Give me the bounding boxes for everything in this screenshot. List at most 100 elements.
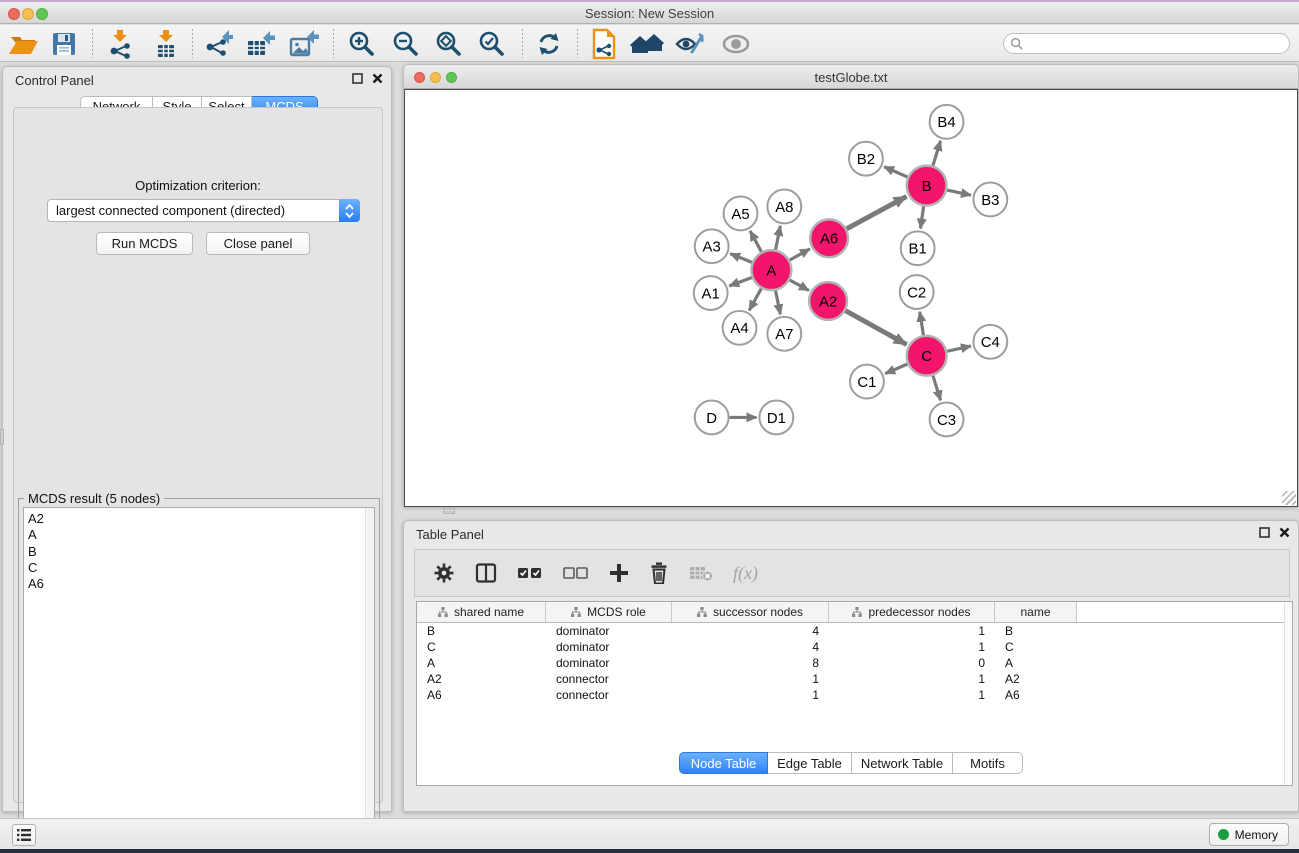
graph-node-B4[interactable]: B4 bbox=[930, 105, 964, 139]
create-column-icon[interactable] bbox=[609, 563, 629, 583]
table-cell[interactable]: dominator bbox=[546, 656, 672, 670]
export-network-icon[interactable] bbox=[201, 27, 235, 60]
float-panel-icon[interactable] bbox=[352, 73, 363, 84]
graph-edge-A6-B[interactable] bbox=[847, 196, 907, 228]
table-panel-header[interactable]: Table Panel bbox=[404, 521, 1298, 546]
show-columns-icon[interactable] bbox=[475, 562, 497, 584]
tab-motifs[interactable]: Motifs bbox=[953, 752, 1023, 774]
table-cell[interactable]: A6 bbox=[995, 688, 1077, 702]
mcds-result-item[interactable]: C bbox=[24, 560, 374, 576]
float-panel-icon[interactable] bbox=[1259, 527, 1270, 538]
close-panel-icon[interactable] bbox=[372, 73, 383, 84]
graph-node-B3[interactable]: B3 bbox=[973, 183, 1007, 217]
graph-edge-A-A8[interactable] bbox=[776, 226, 781, 250]
table-cell[interactable]: A bbox=[995, 656, 1077, 670]
graph-edge-B-B2[interactable] bbox=[884, 167, 907, 177]
table-cell[interactable]: 1 bbox=[829, 672, 995, 686]
graph-edge-C-C4[interactable] bbox=[947, 346, 971, 351]
network-canvas[interactable]: B4B2BB3A8A5A6A3B1AC2A1A2A4A7C4CC1C3DD1 bbox=[404, 89, 1298, 507]
graph-edge-A-A1[interactable] bbox=[729, 277, 752, 285]
graph-node-B2[interactable]: B2 bbox=[849, 142, 883, 176]
table-cell[interactable]: 4 bbox=[672, 640, 829, 654]
mcds-result-item[interactable]: A bbox=[24, 527, 374, 543]
graph-node-A[interactable]: A bbox=[751, 250, 791, 290]
zoom-selected-icon[interactable] bbox=[475, 27, 509, 60]
save-session-icon[interactable] bbox=[47, 27, 81, 60]
table-cell[interactable]: 0 bbox=[829, 656, 995, 670]
mcds-result-list[interactable]: A2ABCA6 bbox=[23, 507, 375, 834]
close-panel-button[interactable]: Close panel bbox=[206, 232, 310, 255]
graph-node-B1[interactable]: B1 bbox=[901, 231, 935, 265]
show-graphics-details-icon[interactable] bbox=[673, 27, 707, 60]
table-cell[interactable]: A2 bbox=[417, 672, 546, 686]
graph-node-D[interactable]: D bbox=[695, 401, 729, 435]
graph-node-B[interactable]: B bbox=[907, 166, 947, 206]
table-cell[interactable]: 1 bbox=[672, 688, 829, 702]
column-header-name[interactable]: name bbox=[995, 602, 1077, 622]
graph-node-A2[interactable]: A2 bbox=[809, 282, 847, 320]
open-file-icon[interactable] bbox=[6, 27, 40, 60]
table-row[interactable]: Adominator80A bbox=[417, 655, 1292, 671]
graph-node-A4[interactable]: A4 bbox=[723, 311, 757, 345]
search-input[interactable] bbox=[1023, 37, 1289, 51]
tab-node-table[interactable]: Node Table bbox=[679, 752, 768, 774]
graph-node-C3[interactable]: C3 bbox=[930, 402, 964, 436]
splitter-grip[interactable] bbox=[0, 429, 4, 445]
table-cell[interactable]: C bbox=[995, 640, 1077, 654]
graph-edge-B-B4[interactable] bbox=[933, 141, 941, 166]
graph-edge-C-C3[interactable] bbox=[933, 376, 941, 401]
table-settings-icon[interactable] bbox=[433, 562, 455, 584]
table-row[interactable]: Cdominator41C bbox=[417, 639, 1292, 655]
splitter-grip[interactable] bbox=[443, 508, 455, 514]
control-panel-header[interactable]: Control Panel bbox=[3, 67, 391, 92]
graph-edge-A-A5[interactable] bbox=[750, 231, 761, 252]
unselect-all-columns-icon[interactable] bbox=[563, 566, 589, 580]
table-cell[interactable]: C bbox=[417, 640, 546, 654]
graph-node-A5[interactable]: A5 bbox=[724, 196, 758, 230]
graph-node-C[interactable]: C bbox=[907, 336, 947, 376]
table-cell[interactable]: connector bbox=[546, 672, 672, 686]
home-icon[interactable] bbox=[630, 27, 664, 60]
network-window-titlebar[interactable]: testGlobe.txt bbox=[404, 65, 1298, 89]
graph-node-A8[interactable]: A8 bbox=[767, 190, 801, 224]
graph-edge-A-A2[interactable] bbox=[790, 280, 809, 290]
mcds-result-item[interactable]: A2 bbox=[24, 508, 374, 527]
table-row[interactable]: A6connector11A6 bbox=[417, 687, 1292, 703]
scrollbar-track[interactable] bbox=[365, 508, 374, 833]
export-image-icon[interactable] bbox=[286, 27, 320, 60]
run-mcds-button[interactable]: Run MCDS bbox=[96, 232, 193, 255]
zoom-fit-icon[interactable] bbox=[432, 27, 466, 60]
graph-edge-C-C1[interactable] bbox=[885, 364, 907, 374]
import-table-icon[interactable] bbox=[149, 27, 183, 60]
graph-edge-C-C2[interactable] bbox=[920, 312, 924, 335]
graph-node-C1[interactable]: C1 bbox=[850, 365, 884, 399]
graph-edge-A-A4[interactable] bbox=[749, 288, 761, 310]
column-header-successor-nodes[interactable]: successor nodes bbox=[672, 602, 829, 622]
table-cell[interactable]: A bbox=[417, 656, 546, 670]
table-cell[interactable]: 1 bbox=[829, 624, 995, 638]
graph-edge-B-B3[interactable] bbox=[947, 190, 971, 195]
task-history-button[interactable] bbox=[12, 824, 36, 846]
table-row[interactable]: A2connector11A2 bbox=[417, 671, 1292, 687]
table-cell[interactable]: dominator bbox=[546, 640, 672, 654]
table-cell[interactable]: 8 bbox=[672, 656, 829, 670]
tab-edge-table[interactable]: Edge Table bbox=[768, 752, 852, 774]
import-network-icon[interactable] bbox=[103, 27, 137, 60]
graph-edge-A2-C[interactable] bbox=[846, 311, 907, 345]
network-graph[interactable]: B4B2BB3A8A5A6A3B1AC2A1A2A4A7C4CC1C3DD1 bbox=[405, 90, 1297, 506]
graph-edge-A-A3[interactable] bbox=[730, 254, 752, 263]
graph-node-D1[interactable]: D1 bbox=[759, 401, 793, 435]
column-header-MCDS-role[interactable]: MCDS role bbox=[546, 602, 672, 622]
graph-node-A7[interactable]: A7 bbox=[767, 317, 801, 351]
zoom-out-icon[interactable] bbox=[389, 27, 423, 60]
table-cell[interactable]: B bbox=[995, 624, 1077, 638]
delete-column-icon[interactable] bbox=[649, 562, 669, 584]
table-cell[interactable]: A6 bbox=[417, 688, 546, 702]
export-table-icon[interactable] bbox=[243, 27, 277, 60]
table-cell[interactable]: connector bbox=[546, 688, 672, 702]
memory-button[interactable]: Memory bbox=[1209, 823, 1289, 846]
new-network-from-selection-icon[interactable] bbox=[587, 27, 621, 60]
resize-grip-icon[interactable] bbox=[1282, 491, 1296, 505]
graph-edge-A-A6[interactable] bbox=[790, 249, 810, 260]
table-cell[interactable]: B bbox=[417, 624, 546, 638]
